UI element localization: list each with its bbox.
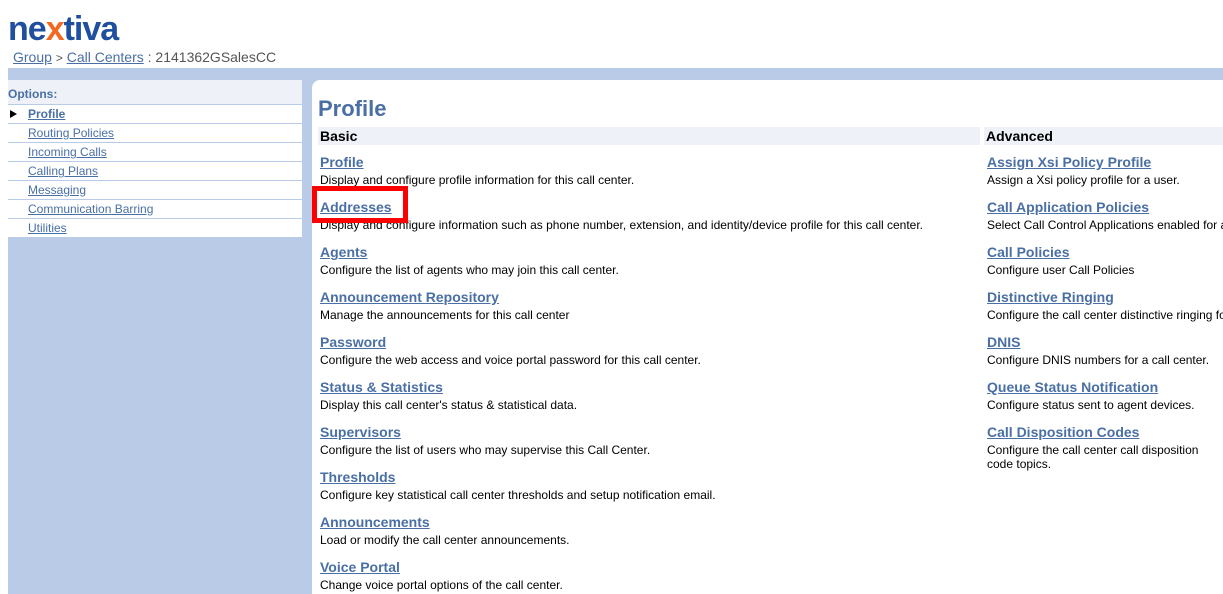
sidebar-item-label[interactable]: Calling Plans: [28, 164, 98, 178]
status-statistics-description: Display this call center's status & stat…: [320, 398, 578, 412]
sidebar-item-label[interactable]: Incoming Calls: [28, 145, 107, 159]
sidebar-item-label[interactable]: Routing Policies: [28, 126, 114, 140]
assign-xsi-policy-profile-description: Assign a Xsi policy profile for a user.: [987, 173, 1180, 187]
agents-description: Configure the list of agents who may joi…: [320, 263, 619, 277]
thresholds-description: Configure key statistical call center th…: [320, 488, 716, 502]
basic-item-addresses: Addresses Display and configure informat…: [320, 199, 923, 232]
agents-link[interactable]: Agents: [320, 244, 619, 261]
announcements-description: Load or modify the call center announcem…: [320, 533, 570, 547]
basic-item-voice-portal: Voice Portal Change voice portal options…: [320, 559, 563, 592]
basic-item-status-statistics: Status & Statistics Display this call ce…: [320, 379, 577, 412]
password-link[interactable]: Password: [320, 334, 701, 351]
queue-status-notification-link[interactable]: Queue Status Notification: [987, 379, 1194, 396]
advanced-item-call-disposition-codes: Call Disposition Codes Configure the cal…: [987, 424, 1223, 471]
advanced-item-distinctive-ringing: Distinctive Ringing Configure the call c…: [987, 289, 1223, 322]
basic-item-profile: Profile Display and configure profile in…: [320, 154, 634, 187]
options-title: Options:: [8, 80, 302, 105]
sidebar-item-calling-plans[interactable]: Calling Plans: [8, 162, 302, 181]
announcement-repository-description: Manage the announcements for this call c…: [320, 308, 570, 322]
advanced-item-call-application-policies: Call Application Policies Select Call Co…: [987, 199, 1223, 232]
basic-item-announcements: Announcements Load or modify the call ce…: [320, 514, 569, 547]
call-disposition-codes-description: Configure the call center call dispositi…: [987, 443, 1199, 471]
sidebar-item-profile[interactable]: Profile: [8, 105, 302, 124]
addresses-description: Display and configure information such a…: [320, 218, 924, 232]
breadcrumb-separator: >: [55, 51, 63, 65]
sidebar-item-label[interactable]: Messaging: [28, 183, 86, 197]
status-statistics-link[interactable]: Status & Statistics: [320, 379, 577, 396]
advanced-item-dnis: DNIS Configure DNIS numbers for a call c…: [987, 334, 1209, 367]
password-description: Configure the web access and voice porta…: [320, 353, 701, 367]
announcements-link[interactable]: Announcements: [320, 514, 569, 531]
sidebar-item-messaging[interactable]: Messaging: [8, 181, 302, 200]
sidebar-item-incoming-calls[interactable]: Incoming Calls: [8, 143, 302, 162]
addresses-link[interactable]: Addresses: [320, 199, 923, 216]
sidebar-item-routing-policies[interactable]: Routing Policies: [8, 124, 302, 143]
queue-status-notification-description: Configure status sent to agent devices.: [987, 398, 1195, 412]
basic-item-agents: Agents Configure the list of agents who …: [320, 244, 619, 277]
supervisors-description: Configure the list of users who may supe…: [320, 443, 651, 457]
breadcrumb-current: : 2141362GSalesCC: [147, 49, 277, 65]
page-title: Profile: [318, 96, 387, 121]
distinctive-ringing-description: Configure the call center distinctive ri…: [987, 308, 1223, 322]
sidebar-item-label[interactable]: Communication Barring: [28, 202, 153, 216]
breadcrumb-group-link[interactable]: Group: [13, 49, 52, 65]
voice-portal-description: Change voice portal options of the call …: [320, 578, 563, 592]
call-application-policies-link[interactable]: Call Application Policies: [987, 199, 1223, 216]
nextiva-logo: nextiva: [8, 10, 119, 48]
sidebar-item-label[interactable]: Profile: [28, 107, 65, 121]
announcement-repository-link[interactable]: Announcement Repository: [320, 289, 569, 306]
basic-heading: Basic: [318, 127, 980, 145]
breadcrumb-call-centers-link[interactable]: Call Centers: [67, 49, 144, 65]
basic-item-password: Password Configure the web access and vo…: [320, 334, 701, 367]
sidebar-item-communication-barring[interactable]: Communication Barring: [8, 200, 302, 219]
basic-item-thresholds: Thresholds Configure key statistical cal…: [320, 469, 716, 502]
call-application-policies-description: Select Call Control Applications enabled…: [987, 218, 1223, 232]
call-disposition-codes-link[interactable]: Call Disposition Codes: [987, 424, 1223, 441]
active-arrow-icon: [10, 110, 17, 118]
thresholds-link[interactable]: Thresholds: [320, 469, 716, 486]
dnis-link[interactable]: DNIS: [987, 334, 1209, 351]
advanced-item-queue-status-notification: Queue Status Notification Configure stat…: [987, 379, 1194, 412]
sidebar-item-label[interactable]: Utilities: [28, 221, 67, 235]
options-sidebar: Options: Profile Routing Policies Incomi…: [8, 80, 302, 238]
voice-portal-link[interactable]: Voice Portal: [320, 559, 563, 576]
advanced-heading: Advanced: [984, 127, 1223, 145]
dnis-description: Configure DNIS numbers for a call center…: [987, 353, 1210, 367]
main-panel: Profile Basic Advanced Profile Display a…: [312, 80, 1223, 594]
basic-item-announcement-repository: Announcement Repository Manage the annou…: [320, 289, 569, 322]
advanced-item-assign-xsi-policy-profile: Assign Xsi Policy Profile Assign a Xsi p…: [987, 154, 1180, 187]
basic-item-supervisors: Supervisors Configure the list of users …: [320, 424, 650, 457]
call-policies-description: Configure user Call Policies: [987, 263, 1135, 277]
call-policies-link[interactable]: Call Policies: [987, 244, 1134, 261]
sidebar-item-utilities[interactable]: Utilities: [8, 219, 302, 238]
profile-link[interactable]: Profile: [320, 154, 634, 171]
distinctive-ringing-link[interactable]: Distinctive Ringing: [987, 289, 1223, 306]
advanced-item-call-policies: Call Policies Configure user Call Polici…: [987, 244, 1134, 277]
breadcrumb: Group > Call Centers : 2141362GSalesCC: [13, 49, 276, 65]
supervisors-link[interactable]: Supervisors: [320, 424, 650, 441]
profile-description: Display and configure profile informatio…: [320, 173, 635, 187]
assign-xsi-policy-profile-link[interactable]: Assign Xsi Policy Profile: [987, 154, 1180, 171]
